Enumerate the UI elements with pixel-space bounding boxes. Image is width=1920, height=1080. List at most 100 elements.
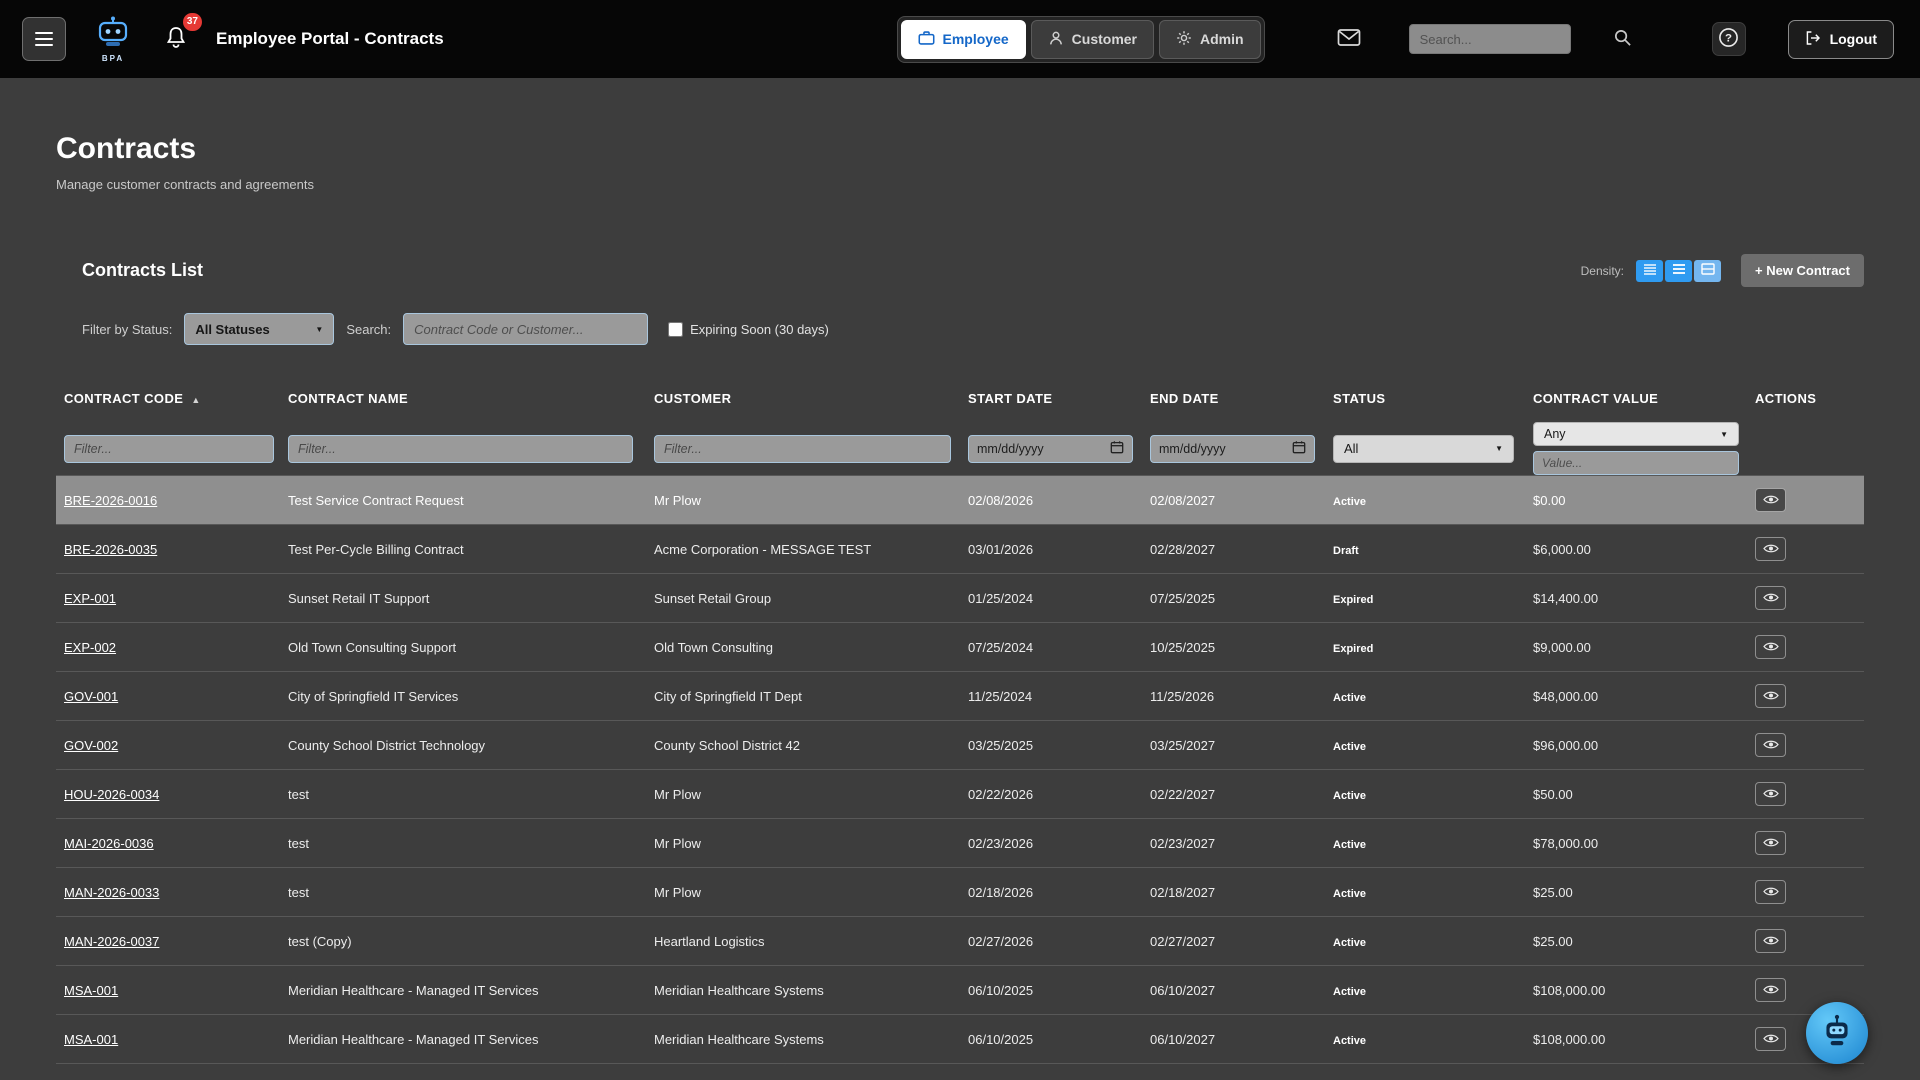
contracts-search-input[interactable] bbox=[403, 313, 648, 345]
status-column-filter-select[interactable]: All ▼ bbox=[1333, 435, 1514, 463]
view-contract-button[interactable] bbox=[1755, 1027, 1786, 1051]
table-row[interactable]: GOV-002 County School District Technolog… bbox=[56, 721, 1864, 770]
view-contract-button[interactable] bbox=[1755, 929, 1786, 953]
contract-code-link[interactable]: BRE-2026-0035 bbox=[64, 542, 157, 557]
table-row[interactable]: MSA-001 Meridian Healthcare - Managed IT… bbox=[56, 1015, 1864, 1064]
end-date-cell: 06/10/2027 bbox=[1142, 966, 1325, 1015]
status-badge: Active bbox=[1333, 839, 1366, 851]
value-filter-input[interactable] bbox=[1533, 451, 1739, 475]
chat-bot-button[interactable] bbox=[1806, 1002, 1868, 1064]
code-filter-input[interactable] bbox=[64, 435, 274, 463]
view-contract-button[interactable] bbox=[1755, 488, 1786, 512]
value-operator-select[interactable]: Any ▼ bbox=[1533, 422, 1739, 446]
contract-code-link[interactable]: EXP-002 bbox=[64, 640, 116, 655]
contract-code-link[interactable]: EXP-001 bbox=[64, 591, 116, 606]
contracts-table: CONTRACT CODE▲ CONTRACT NAME CUSTOMER ST… bbox=[56, 383, 1864, 1064]
column-header-contract-value[interactable]: CONTRACT VALUE bbox=[1525, 383, 1747, 422]
status-badge: Active bbox=[1333, 1035, 1366, 1047]
search-icon bbox=[1613, 28, 1632, 50]
end-date-filter-input[interactable]: mm/dd/yyyy bbox=[1150, 435, 1315, 463]
view-contract-button[interactable] bbox=[1755, 880, 1786, 904]
expiring-soon-checkbox[interactable] bbox=[668, 322, 683, 337]
table-row[interactable]: MAI-2026-0036 test Mr Plow 02/23/2026 02… bbox=[56, 819, 1864, 868]
column-header-end-date[interactable]: END DATE bbox=[1142, 383, 1325, 422]
column-header-status[interactable]: STATUS bbox=[1325, 383, 1525, 422]
customer-cell: Mr Plow bbox=[646, 819, 960, 868]
menu-button[interactable] bbox=[22, 17, 66, 61]
contract-code-link[interactable]: GOV-002 bbox=[64, 738, 118, 753]
column-header-contract-code[interactable]: CONTRACT CODE▲ bbox=[56, 383, 280, 422]
logout-button[interactable]: Logout bbox=[1788, 20, 1894, 59]
table-row[interactable]: MAN-2026-0033 test Mr Plow 02/18/2026 02… bbox=[56, 868, 1864, 917]
view-contract-button[interactable] bbox=[1755, 978, 1786, 1002]
contract-value-cell: $0.00 bbox=[1525, 476, 1747, 525]
expiring-soon-filter[interactable]: Expiring Soon (30 days) bbox=[668, 322, 829, 337]
column-header-start-date[interactable]: START DATE bbox=[960, 383, 1142, 422]
density-normal-icon bbox=[1672, 263, 1686, 278]
notifications-button[interactable]: 37 bbox=[160, 21, 192, 58]
density-comfortable-button[interactable] bbox=[1694, 260, 1721, 282]
contract-code-link[interactable]: MSA-001 bbox=[64, 983, 118, 998]
customer-filter-input[interactable] bbox=[654, 435, 951, 463]
contract-code-link[interactable]: MAI-2026-0036 bbox=[64, 836, 154, 851]
status-filter-select[interactable]: All Statuses ▼ bbox=[184, 313, 334, 345]
start-date-cell: 02/18/2026 bbox=[960, 868, 1142, 917]
eye-icon bbox=[1763, 591, 1779, 606]
column-header-contract-name[interactable]: CONTRACT NAME bbox=[280, 383, 646, 422]
column-header-customer[interactable]: CUSTOMER bbox=[646, 383, 960, 422]
start-date-cell: 02/27/2026 bbox=[960, 917, 1142, 966]
status-badge: Active bbox=[1333, 741, 1366, 753]
contract-code-link[interactable]: GOV-001 bbox=[64, 689, 118, 704]
contract-name-cell: City of Springfield IT Services bbox=[280, 672, 646, 721]
contract-code-link[interactable]: MAN-2026-0033 bbox=[64, 885, 159, 900]
chevron-down-icon: ▼ bbox=[1495, 444, 1503, 453]
density-compact-button[interactable] bbox=[1636, 260, 1663, 282]
density-normal-button[interactable] bbox=[1665, 260, 1692, 282]
view-contract-button[interactable] bbox=[1755, 635, 1786, 659]
contract-code-link[interactable]: MAN-2026-0037 bbox=[64, 934, 159, 949]
view-contract-button[interactable] bbox=[1755, 684, 1786, 708]
customer-cell: Meridian Healthcare Systems bbox=[646, 1015, 960, 1064]
end-date-placeholder: mm/dd/yyyy bbox=[1159, 442, 1226, 456]
contracts-list-section: Contracts List Density: bbox=[56, 254, 1864, 1064]
eye-icon bbox=[1763, 738, 1779, 753]
customer-cell: Mr Plow bbox=[646, 770, 960, 819]
tab-employee[interactable]: Employee bbox=[901, 20, 1026, 59]
table-row[interactable]: GOV-001 City of Springfield IT Services … bbox=[56, 672, 1864, 721]
contract-name-cell: Sunset Retail IT Support bbox=[280, 574, 646, 623]
table-row[interactable]: BRE-2026-0016 Test Service Contract Requ… bbox=[56, 476, 1864, 525]
person-icon bbox=[1048, 30, 1064, 49]
contract-name-cell: test (Copy) bbox=[280, 917, 646, 966]
list-header: Contracts List Density: bbox=[56, 254, 1864, 287]
table-row[interactable]: MAN-2026-0037 test (Copy) Heartland Logi… bbox=[56, 917, 1864, 966]
calendar-icon bbox=[1110, 440, 1124, 457]
messages-button[interactable] bbox=[1335, 26, 1363, 52]
contract-code-link[interactable]: MSA-001 bbox=[64, 1032, 118, 1047]
start-date-cell: 02/08/2026 bbox=[960, 476, 1142, 525]
contract-name-cell: Meridian Healthcare - Managed IT Service… bbox=[280, 1015, 646, 1064]
calendar-icon bbox=[1292, 440, 1306, 457]
search-submit-button[interactable] bbox=[1611, 26, 1634, 52]
table-row[interactable]: HOU-2026-0034 test Mr Plow 02/22/2026 02… bbox=[56, 770, 1864, 819]
contract-code-link[interactable]: HOU-2026-0034 bbox=[64, 787, 159, 802]
name-filter-input[interactable] bbox=[288, 435, 633, 463]
search-label: Search: bbox=[346, 322, 391, 337]
tab-customer[interactable]: Customer bbox=[1031, 20, 1154, 59]
tab-admin[interactable]: Admin bbox=[1159, 20, 1261, 59]
view-contract-button[interactable] bbox=[1755, 733, 1786, 757]
view-contract-button[interactable] bbox=[1755, 537, 1786, 561]
eye-icon bbox=[1763, 493, 1779, 508]
view-contract-button[interactable] bbox=[1755, 831, 1786, 855]
topbar-search-input[interactable] bbox=[1409, 24, 1571, 54]
table-row[interactable]: EXP-002 Old Town Consulting Support Old … bbox=[56, 623, 1864, 672]
contract-code-link[interactable]: BRE-2026-0016 bbox=[64, 493, 157, 508]
table-row[interactable]: MSA-001 Meridian Healthcare - Managed IT… bbox=[56, 966, 1864, 1015]
help-button[interactable]: ? bbox=[1712, 22, 1746, 56]
eye-icon bbox=[1763, 689, 1779, 704]
table-row[interactable]: EXP-001 Sunset Retail IT Support Sunset … bbox=[56, 574, 1864, 623]
table-row[interactable]: BRE-2026-0035 Test Per-Cycle Billing Con… bbox=[56, 525, 1864, 574]
start-date-filter-input[interactable]: mm/dd/yyyy bbox=[968, 435, 1133, 463]
new-contract-button[interactable]: + New Contract bbox=[1741, 254, 1864, 287]
view-contract-button[interactable] bbox=[1755, 586, 1786, 610]
view-contract-button[interactable] bbox=[1755, 782, 1786, 806]
